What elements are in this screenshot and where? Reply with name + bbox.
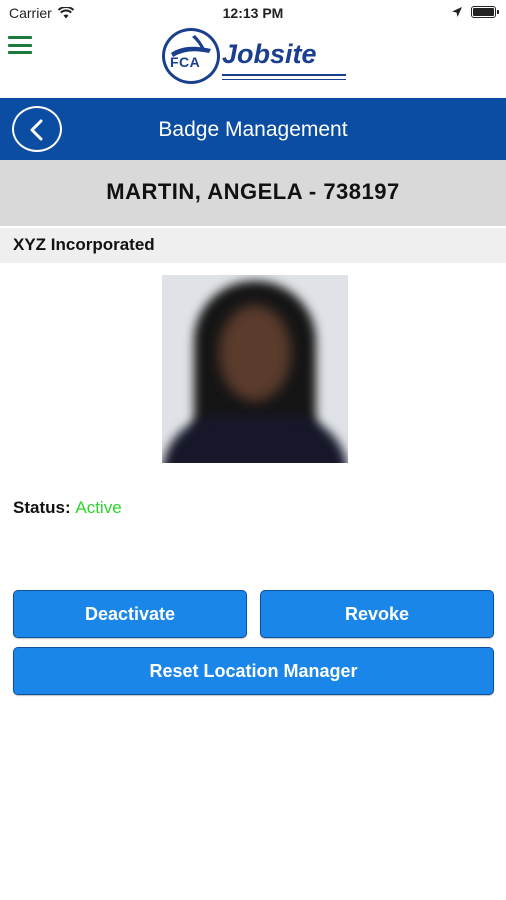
revoke-button[interactable]: Revoke — [260, 590, 494, 638]
title-bar: Badge Management — [0, 98, 506, 160]
company-banner: XYZ Incorporated — [0, 228, 506, 263]
battery-icon — [471, 6, 499, 18]
reset-location-manager-button[interactable]: Reset Location Manager — [13, 647, 494, 695]
logo-wordmark: Jobsite — [222, 39, 317, 69]
status-value: Active — [75, 498, 122, 517]
logo-badge-text: FCA — [170, 54, 201, 70]
company-name: XYZ Incorporated — [13, 235, 155, 254]
page-title: Badge Management — [158, 118, 348, 141]
status-bar: Carrier 12:13 PM — [0, 0, 506, 26]
clock: 12:13 PM — [222, 5, 284, 21]
badge-holder-banner: MARTIN, ANGELA - 738197 — [0, 160, 506, 226]
logo-underline-thin — [222, 79, 346, 80]
badge-holder-name: MARTIN, ANGELA - 738197 — [106, 179, 400, 204]
badge-status: Status: Active — [13, 498, 122, 518]
status-label: Status: — [13, 498, 71, 517]
jobsite-logo: FCA Jobsite — [160, 28, 350, 86]
battery-fill — [473, 8, 494, 16]
logo-underline — [222, 74, 346, 76]
badge-photo — [162, 275, 348, 463]
location-arrow-icon — [452, 7, 462, 17]
app-header: FCA Jobsite — [0, 26, 506, 98]
deactivate-button[interactable]: Deactivate — [13, 590, 247, 638]
hamburger-menu-icon[interactable] — [8, 34, 32, 56]
